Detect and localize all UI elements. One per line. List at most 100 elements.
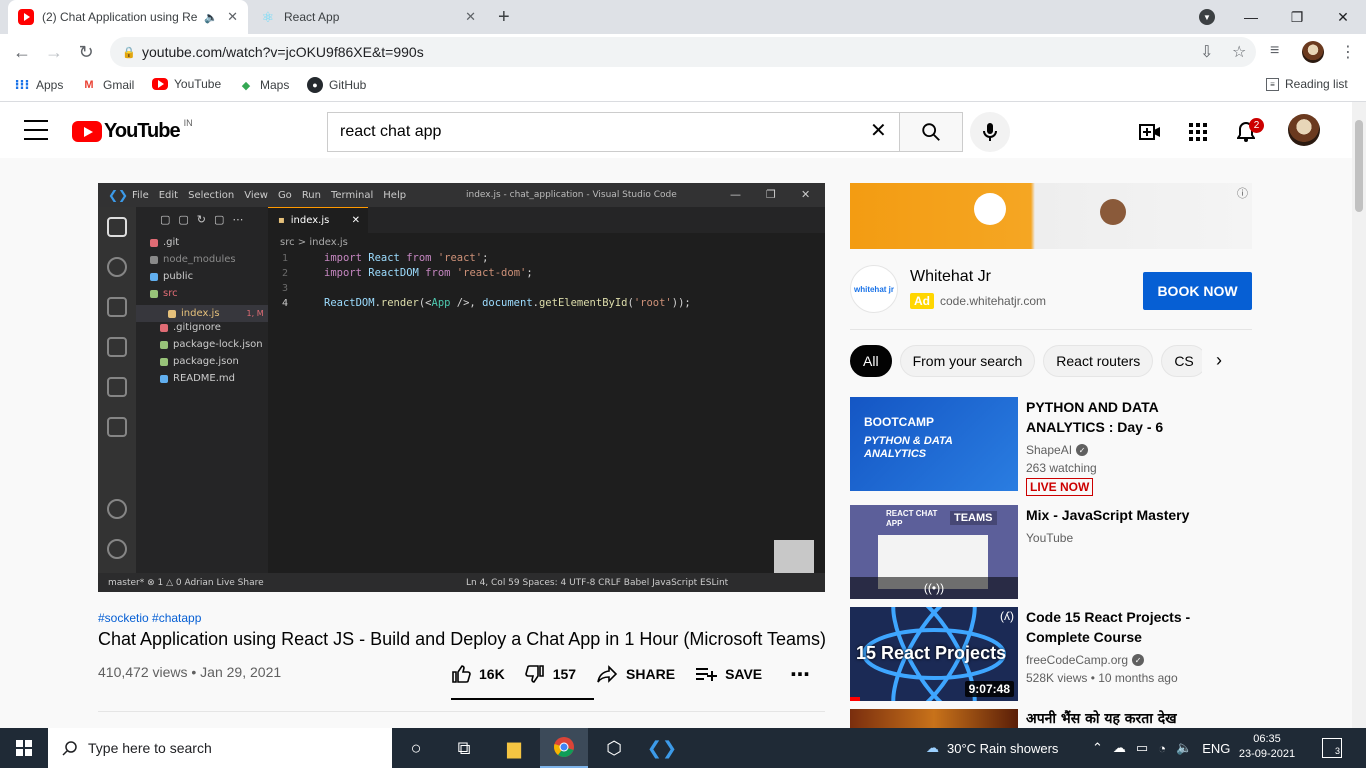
save-button[interactable]: SAVE [695,665,762,683]
chrome-menu-icon[interactable]: ⋮ [1340,42,1356,62]
close-window-button[interactable]: ✕ [1320,0,1366,34]
video-player[interactable]: ❮❯ File Edit Selection View Go Run Termi… [98,183,825,592]
mix-playlist-icon: ((•)) [850,577,1018,599]
profile-avatar[interactable] [1302,41,1324,63]
network-icon[interactable]: ◔ [1158,741,1166,756]
new-tab-button[interactable]: + [498,6,510,29]
chrome-taskbar-icon[interactable] [540,728,588,768]
recommendation-item[interactable]: 15 React Projects (ʎ) 9:07:48 Code 15 Re… [850,607,1252,701]
3d-viewer-icon[interactable]: ⬡ [590,728,638,768]
code-line-2: import ReactDOM from 'react-dom'; [324,267,533,279]
bookmark-gmail[interactable]: M Gmail [81,77,134,93]
page-scrollbar[interactable] [1352,102,1366,728]
vscode-explorer: ▢▢↻▢⋯ .git node_modules public src index… [136,207,268,573]
tab-youtube[interactable]: (2) Chat Application using Re 🔈 ✕ [8,0,248,34]
reading-list[interactable]: ≡ Reading list [1266,77,1348,91]
file-item: package.json [160,356,239,367]
tab-search-icon[interactable]: ▼ [1199,9,1215,25]
verified-check-icon: ✓ [1132,654,1145,666]
youtube-logo[interactable]: YouTube IN [72,118,193,143]
cortana-icon[interactable]: ○ [392,728,440,768]
bookmark-star-icon[interactable]: ☆ [1232,42,1246,62]
filter-chips: All From your search React routers CS [850,345,1202,377]
close-tab-icon[interactable]: ✕ [465,9,476,25]
code-line-1: import React from 'react'; [324,252,489,264]
device-icon[interactable]: ▭ [1136,740,1148,756]
video-hashtags[interactable]: #socketio #chatapp [98,611,201,625]
reload-icon[interactable]: ↻ [74,40,98,64]
ad-info-icon[interactable]: ⓘ [1237,185,1248,201]
recommendation-item[interactable]: BOOTCAMP PYTHON & DATA ANALYTICS PYTHON … [850,397,1252,496]
thumbs-down-icon [524,665,544,683]
dislike-button[interactable]: 157 [524,664,576,684]
lock-icon[interactable]: 🔒 [122,46,136,59]
scrollbar-thumb[interactable] [1355,120,1363,212]
ad-banner-image[interactable]: ⓘ [850,183,1252,249]
recommendation-item[interactable]: अपनी भैंस को यह करता देख [850,709,1252,728]
bookmark-github[interactable]: ● GitHub [307,77,366,93]
video-thumbnail[interactable]: BOOTCAMP PYTHON & DATA ANALYTICS [850,397,1018,491]
language-indicator[interactable]: ENG [1202,741,1230,756]
code-line-4: ReactDOM.render(<App />, document.getEle… [324,297,691,309]
account-icon [107,499,127,519]
show-hidden-icons-icon[interactable]: ⌃ [1092,740,1103,756]
close-tab-icon[interactable]: ✕ [227,9,238,25]
clear-search-icon[interactable]: ✕ [870,120,887,142]
chip-all[interactable]: All [850,345,892,377]
bookmarks-bar: ⁝⁝⁝ Apps M Gmail YouTube ◆ Maps ● GitHub… [0,70,1366,102]
start-button[interactable] [0,728,48,768]
channel-name[interactable]: ShapeAI ✓ [1026,443,1089,457]
volume-icon[interactable]: 🔈 [1176,740,1192,756]
onedrive-icon[interactable]: ☁ [1113,740,1126,756]
search-input[interactable]: react chat app [327,112,900,152]
chip-from-your-search[interactable]: From your search [899,345,1036,377]
bookmark-apps[interactable]: ⁝⁝⁝ Apps [14,77,64,93]
ad-advertiser[interactable]: Whitehat Jr [910,268,991,286]
video-thumbnail[interactable]: REACT CHAT APP TEAMS ((•)) [850,505,1018,599]
recommendation-item[interactable]: REACT CHAT APP TEAMS ((•)) Mix - JavaScr… [850,505,1252,599]
microphone-icon [983,123,997,141]
url-text: youtube.com/watch?v=jcOKU9f86XE&t=990s [142,44,424,60]
task-view-icon[interactable]: ⧉ [440,728,488,768]
voice-search-button[interactable] [970,112,1010,152]
minimize-button[interactable]: — [1228,0,1274,34]
action-center-icon[interactable]: 3 [1322,738,1342,758]
search-button[interactable] [899,112,963,152]
video-thumbnail[interactable]: 15 React Projects (ʎ) 9:07:48 [850,607,1018,701]
ad-logo[interactable]: whitehat jr [850,265,898,313]
book-now-button[interactable]: BOOK NOW [1143,272,1252,310]
hamburger-menu-icon[interactable] [24,120,48,140]
install-app-icon[interactable]: ⇩ [1200,42,1213,62]
vscode-statusbar: master* ⊗ 1 △ 0 Adrian Live Share Ln 4, … [98,573,825,592]
vscode-taskbar-icon[interactable]: ❮❯ [638,728,686,768]
channel-name[interactable]: YouTube [1026,531,1073,545]
video-title: Code 15 React Projects - Complete Course [1026,609,1191,645]
like-button[interactable]: 16K [451,664,505,684]
back-arrow-icon[interactable]: ← [10,40,34,64]
chevron-right-icon[interactable]: › [1216,350,1222,371]
vscode-titlebar: ❮❯ File Edit Selection View Go Run Termi… [98,183,825,207]
taskbar-clock[interactable]: 06:35 23-09-2021 [1236,732,1298,762]
chip-cs[interactable]: CS [1161,345,1202,377]
account-avatar[interactable] [1288,114,1320,146]
share-button[interactable]: SHARE [596,665,675,683]
media-control-icon[interactable]: ≡ [1270,42,1279,60]
forward-arrow-icon[interactable]: → [42,40,66,64]
vscode-logo-icon: ❮❯ [108,188,129,202]
apps-icon[interactable] [1186,120,1210,144]
address-bar[interactable]: 🔒 youtube.com/watch?v=jcOKU9f86XE&t=990s [110,37,1256,67]
file-explorer-icon[interactable]: ▆ [490,728,538,768]
video-thumbnail[interactable] [850,709,1018,728]
weather-widget[interactable]: ☁ 30°C Rain showers [926,728,1058,768]
create-video-icon[interactable] [1138,120,1162,144]
vscode-editor: ▪ index.js ✕ src > index.js 1 import React… [268,207,825,573]
tab-react-app[interactable]: ⚛ React App ✕ [250,0,486,34]
channel-name[interactable]: freeCodeCamp.org ✓ [1026,653,1145,667]
more-actions-icon[interactable]: ⋯ [790,662,810,687]
restore-button[interactable]: ❐ [1274,0,1320,34]
chip-react-routers[interactable]: React routers [1043,345,1154,377]
bookmark-youtube[interactable]: YouTube [152,77,221,91]
audio-playing-icon[interactable]: 🔈 [204,11,218,24]
bookmark-maps[interactable]: ◆ Maps [238,77,290,93]
taskbar-search-box[interactable]: Type here to search [48,728,392,768]
